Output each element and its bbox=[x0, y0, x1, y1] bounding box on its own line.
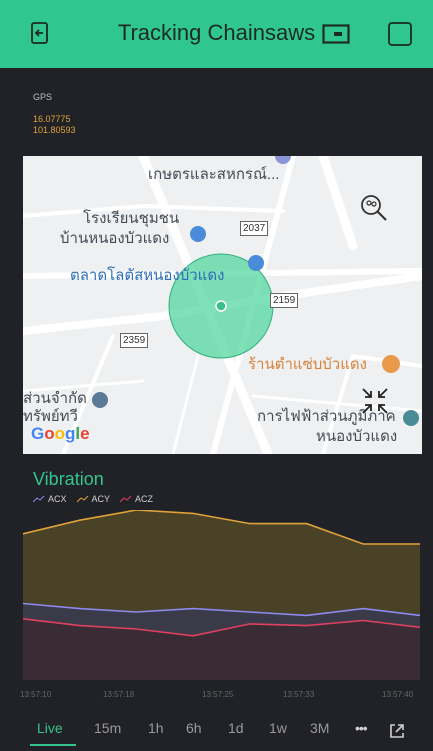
legend-item: ACZ bbox=[120, 494, 153, 504]
gps-latitude: 16.07775 bbox=[33, 114, 71, 124]
map-label-school-2: บ้านหนองบัวแดง bbox=[60, 230, 170, 247]
legend-item: ACX bbox=[33, 494, 67, 504]
time-range-tabs: Live 15m 1h 6h 1d 1w 3M ••• bbox=[0, 716, 433, 746]
x-tick-label: 13:57:25 bbox=[202, 690, 234, 699]
x-tick-label: 13:57:18 bbox=[103, 690, 135, 699]
app-header: Tracking Chainsaws bbox=[0, 0, 433, 68]
x-tick-label: 13:57:40 bbox=[382, 690, 414, 699]
fullscreen-icon[interactable] bbox=[388, 722, 406, 745]
map-label-electric-2: หนองบัวแดง bbox=[316, 428, 398, 445]
map-view[interactable]: เกษตรและสหกรณ์... โรงเรียนชุมชน บ้านหนอง… bbox=[23, 156, 422, 454]
active-tab-underline bbox=[30, 744, 76, 746]
road-number: 2359 bbox=[120, 333, 149, 348]
square-icon[interactable] bbox=[387, 21, 413, 52]
tab-15m[interactable]: 15m bbox=[94, 720, 121, 736]
x-tick-label: 13:57:10 bbox=[20, 690, 52, 699]
legend-label: ACZ bbox=[135, 494, 154, 504]
road-number: 2159 bbox=[270, 293, 299, 308]
x-tick-label: 13:57:33 bbox=[283, 690, 315, 699]
gps-longitude: 101.80593 bbox=[33, 125, 76, 135]
tab-1h[interactable]: 1h bbox=[148, 720, 164, 736]
road-number: 2037 bbox=[240, 221, 269, 236]
legend-item: ACY bbox=[76, 494, 111, 504]
legend-label: ACX bbox=[48, 494, 67, 504]
chart-legend: ACX ACY ACZ bbox=[33, 494, 153, 504]
google-logo: Google bbox=[31, 424, 90, 443]
legend-label: ACY bbox=[91, 494, 111, 504]
chart-title: Vibration bbox=[33, 469, 104, 489]
map-label-restaurant: ร้านตำแซ่บบัวแดง bbox=[248, 356, 367, 373]
tab-1w[interactable]: 1w bbox=[269, 720, 287, 736]
vibration-chart[interactable] bbox=[0, 510, 433, 690]
more-menu-button[interactable]: ••• bbox=[355, 720, 368, 736]
tab-live[interactable]: Live bbox=[37, 720, 63, 736]
page-title: Tracking Chainsaws bbox=[117, 20, 316, 45]
tab-3m[interactable]: 3M bbox=[310, 720, 329, 736]
gps-label: GPS bbox=[33, 92, 53, 102]
tab-1d[interactable]: 1d bbox=[228, 720, 244, 736]
map-label-market: ตลาดโลตัสหนองบัวแดง bbox=[70, 267, 225, 284]
device-icon[interactable] bbox=[322, 24, 350, 49]
tab-6h[interactable]: 6h bbox=[186, 720, 202, 736]
map-label-bank: เกษตรและสหกรณ์... bbox=[148, 166, 280, 183]
